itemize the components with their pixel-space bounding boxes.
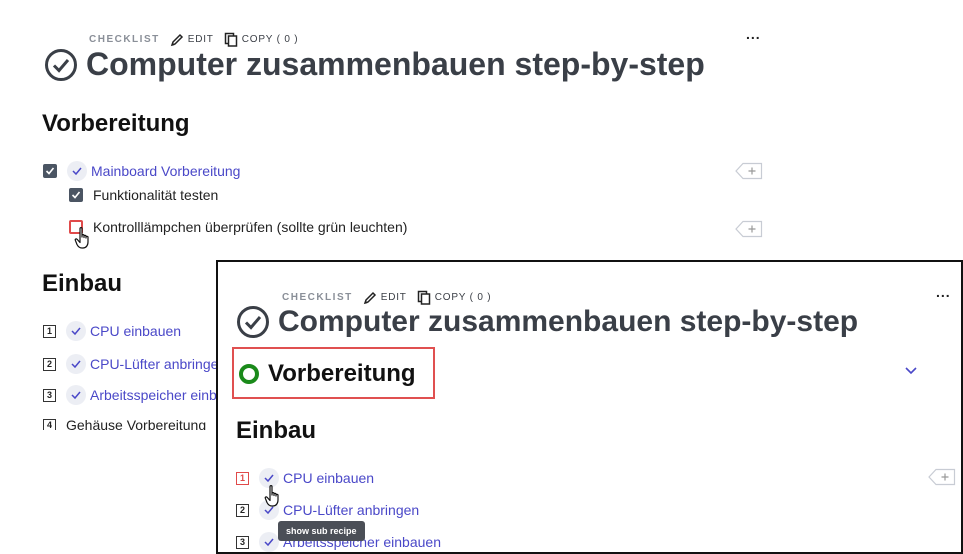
sub-recipe-check-icon[interactable] [66, 354, 86, 374]
header-meta: CHECKLIST EDIT COPY ( 0 ) [282, 290, 501, 305]
add-tag-icon[interactable] [735, 220, 763, 238]
checklist-label: CHECKLIST [282, 292, 353, 303]
copy-button[interactable]: COPY ( 0 ) [224, 32, 299, 47]
list-item: 1 CPU einbauen [236, 468, 374, 488]
item-link[interactable]: CPU einbauen [283, 470, 374, 486]
more-menu-button[interactable]: ... [936, 284, 951, 300]
sub-recipe-check-icon[interactable] [67, 161, 87, 181]
section-title-einbau: Einbau [42, 270, 123, 297]
copy-button[interactable]: COPY ( 0 ) [417, 290, 492, 305]
add-tag-icon[interactable] [928, 468, 956, 486]
copy-icon [224, 32, 237, 47]
list-item: Mainboard Vorbereitung [43, 161, 240, 181]
checkmark-icon [45, 167, 55, 175]
check-circle-icon [237, 306, 269, 338]
check-circle-icon [45, 48, 77, 81]
item-label: Kontrolllämpchen überprüfen (sollte grün… [93, 219, 408, 235]
more-menu-button[interactable]: ... [746, 26, 761, 42]
step-number: 3 [43, 388, 56, 402]
section-title-einbau: Einbau [236, 417, 317, 444]
list-item: Funktionalität testen [69, 187, 218, 203]
sub-recipe-check-icon[interactable] [259, 532, 279, 552]
item-link[interactable]: CPU einbauen [90, 323, 181, 339]
section-title-vorbereitung: Vorbereitung [42, 110, 190, 137]
edit-button[interactable]: EDIT [170, 33, 214, 47]
item-checkbox[interactable] [69, 188, 83, 202]
header-meta: CHECKLIST EDIT COPY ( 0 ) [89, 32, 308, 47]
chevron-down-icon[interactable] [904, 366, 918, 376]
checkmark-icon [71, 191, 81, 199]
section-header-vorbereitung[interactable]: Vorbereitung [238, 360, 416, 388]
checklist-label: CHECKLIST [89, 34, 160, 45]
list-item: 1 CPU einbauen [43, 321, 181, 341]
item-link[interactable]: Mainboard Vorbereitung [91, 163, 240, 179]
step-number-highlighted: 1 [236, 471, 249, 485]
item-link[interactable]: CPU-Lüfter anbringen [90, 356, 226, 372]
circle-status-icon [239, 364, 259, 384]
item-label: Funktionalität testen [93, 187, 219, 203]
step-number: 3 [236, 535, 249, 549]
step-number: 2 [43, 357, 56, 371]
zoom-overlay-panel: CHECKLIST EDIT COPY ( 0 ) ... Computer z… [216, 260, 963, 554]
list-item: Kontrolllämpchen überprüfen (sollte grün… [69, 219, 407, 235]
tooltip: show sub recipe [278, 521, 365, 541]
list-item-clipped: 4 Gehäuse Vorbereitung [40, 412, 220, 430]
page-title: Computer zusammenbauen step-by-step [44, 46, 705, 83]
step-number: 2 [236, 503, 249, 517]
pencil-icon [170, 33, 183, 46]
step-number: 4 [43, 418, 56, 430]
hand-cursor-icon [74, 227, 89, 249]
item-checkbox[interactable] [43, 164, 57, 178]
page-title: Computer zusammenbauen step-by-step [236, 305, 858, 339]
list-item: 2 CPU-Lüfter anbringen [43, 354, 226, 374]
item-label: Gehäuse Vorbereitung [66, 417, 207, 430]
copy-icon [417, 290, 430, 305]
sub-recipe-check-icon[interactable] [66, 385, 86, 405]
hand-cursor-icon [264, 485, 279, 507]
edit-button[interactable]: EDIT [363, 291, 407, 305]
step-number: 1 [43, 324, 56, 338]
add-tag-icon[interactable] [735, 162, 763, 180]
pencil-icon [363, 291, 376, 304]
sub-recipe-check-icon[interactable] [66, 321, 86, 341]
item-link[interactable]: CPU-Lüfter anbringen [283, 502, 419, 518]
